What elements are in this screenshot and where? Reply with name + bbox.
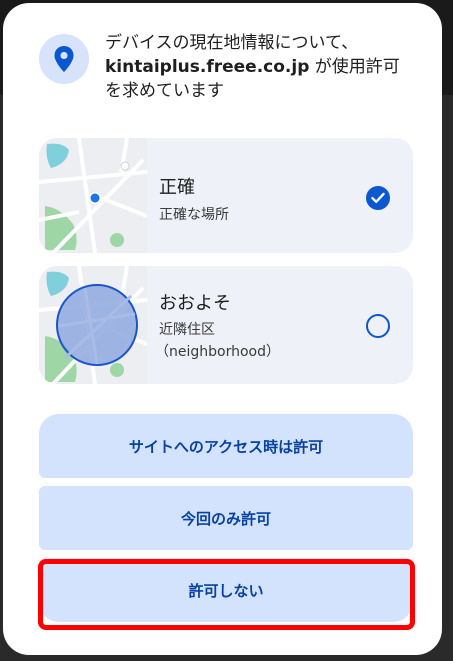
approximate-title: おおよそ [159,293,231,314]
permission-prompt-text: デバイスの現在地情報について、 kintaiplus.freee.co.jp が… [105,31,422,103]
precise-subtitle: 正確な場所 [159,207,229,223]
precise-title: 正確 [159,177,195,198]
allow-while-visiting-button[interactable]: サイトへのアクセス時は許可 [39,414,413,478]
location-pin-icon [39,34,89,84]
precise-radio-checked[interactable] [366,186,390,210]
prompt-line-1: デバイスの現在地情報について、 [105,33,359,53]
approximate-subtitle-line1: 近隣住区 [159,322,215,338]
allow-once-button[interactable]: 今回のみ許可 [39,486,413,550]
precise-location-option[interactable]: 正確 正確な場所 [39,138,413,253]
location-permission-dialog: デバイスの現在地情報について、 kintaiplus.freee.co.jp が… [3,3,442,655]
precise-map-icon [39,138,147,253]
site-domain: kintaiplus.freee.co.jp [105,57,310,77]
prompt-line-2-suffix: が使用許可 [309,57,400,77]
approximate-location-option[interactable]: おおよそ 近隣住区 （neighborhood） [39,266,413,384]
approximate-subtitle-line2: （neighborhood） [155,344,280,360]
approximate-map-icon [39,266,147,384]
checkmark-icon [371,192,385,203]
approximate-radio-unchecked[interactable] [366,314,390,338]
prompt-line-3: を求めています [105,81,224,101]
deny-button[interactable]: 許可しない [39,558,413,622]
dialog-header: デバイスの現在地情報について、 kintaiplus.freee.co.jp が… [39,31,422,111]
